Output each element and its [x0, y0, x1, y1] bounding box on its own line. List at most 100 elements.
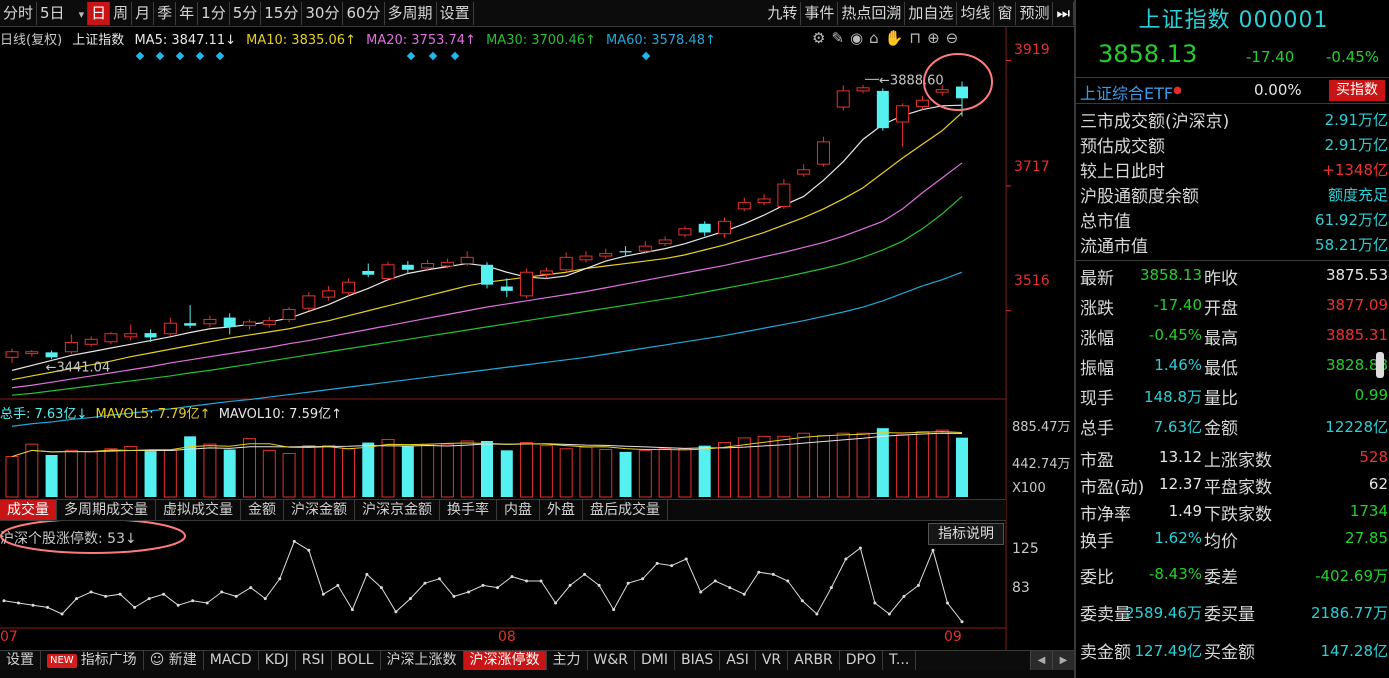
tab-boll[interactable]: BOLL — [332, 651, 381, 670]
hotspot-replay-button[interactable]: 热点回溯 — [838, 1, 906, 25]
scroll-left-icon[interactable]: ◀ — [1030, 651, 1052, 670]
candle-body — [599, 253, 613, 257]
events-button[interactable]: 事件 — [801, 1, 839, 25]
lock-icon[interactable]: ⊓ — [909, 29, 921, 47]
scroll-right-icon[interactable]: ▶ — [1052, 651, 1074, 670]
tab-inner[interactable]: 内盘 — [497, 500, 540, 520]
forecast-button[interactable]: 预测 — [1016, 1, 1054, 25]
tab-outer[interactable]: 外盘 — [540, 500, 583, 520]
ma20-value: MA20: 3753.74↑ — [366, 33, 476, 48]
limit-up-point — [191, 599, 195, 603]
candle-body — [520, 271, 534, 297]
limit-up-point — [815, 612, 819, 616]
tab-15min[interactable]: 15分 — [261, 1, 303, 25]
tab-multi-volume[interactable]: 多周期成交量 — [57, 500, 156, 520]
tab-5day[interactable]: 5日 — [37, 1, 89, 25]
limit-up-point — [263, 597, 267, 601]
quote-value: -17.40 — [1153, 296, 1202, 314]
quote-row: 最新 3858.13 昨收 3875.53 — [1080, 264, 1388, 294]
candle-body — [460, 256, 474, 265]
tab-arbr[interactable]: ARBR — [788, 651, 840, 670]
new-indicator-button[interactable]: ☺ 新建 — [144, 651, 204, 670]
limit-up-point — [931, 548, 935, 552]
volume-bar — [718, 442, 731, 498]
tab-volume[interactable]: 成交量 — [0, 500, 57, 520]
ma-lines-button[interactable]: 均线 — [957, 1, 995, 25]
limit-up-point — [829, 586, 833, 590]
tab-dpo[interactable]: DPO — [840, 651, 884, 670]
indicator-plaza-tab[interactable]: NEW 指标广场 — [41, 651, 144, 670]
tab-multi-period[interactable]: 多周期 — [385, 1, 437, 25]
limit-up-point — [104, 594, 108, 598]
tab-rsi[interactable]: RSI — [296, 651, 332, 670]
new-badge: NEW — [47, 654, 77, 668]
tab-turnover[interactable]: 换手率 — [440, 500, 497, 520]
tab-quarterly[interactable]: 季 — [154, 1, 177, 25]
limit-up-point — [554, 601, 558, 605]
play-icon[interactable]: ⏭ — [1053, 1, 1074, 25]
zoom-in-icon[interactable]: ⊕ — [927, 29, 940, 47]
tab-kdj[interactable]: KDJ — [259, 651, 296, 670]
tab-macd[interactable]: MACD — [204, 651, 259, 670]
tab-daily[interactable]: 日 — [88, 1, 111, 25]
quote-label: 市净率 — [1080, 505, 1131, 525]
quote-panel: 上证指数 000001 3858.13 -17.40 -0.45% 上证综合ET… — [1074, 0, 1389, 678]
candle-body — [678, 228, 692, 236]
tab-amount[interactable]: 金额 — [241, 500, 284, 520]
tab-virtual-volume[interactable]: 虚拟成交量 — [156, 500, 241, 520]
indicator-help-button[interactable]: 指标说明 — [928, 523, 1004, 545]
window-button[interactable]: 窗 — [994, 1, 1017, 25]
tab-vr[interactable]: VR — [756, 651, 789, 670]
zoom-out-icon[interactable]: ⊖ — [946, 29, 959, 47]
hand-icon[interactable]: ✋ — [885, 29, 904, 47]
quote-label: 最低 — [1204, 359, 1238, 379]
chart-canvas[interactable]: ←3888.60 ←3441.04 — [0, 27, 1074, 650]
indicator-settings-button[interactable]: 设置 — [0, 651, 41, 670]
tab-dmi[interactable]: DMI — [635, 651, 676, 670]
kline-chart[interactable]: ←3888.60 ←3441.04 日线(复权) 上证指数 MA5: 3847.1… — [0, 27, 1074, 650]
tab-sh-sz-amount[interactable]: 沪深金额 — [284, 500, 355, 520]
etf-link[interactable]: 上证综合ETF● — [1080, 80, 1182, 104]
info-label: 三市成交额(沪深京) — [1080, 112, 1230, 132]
tab-1min[interactable]: 1分 — [198, 1, 230, 25]
tab-yearly[interactable]: 年 — [176, 1, 199, 25]
tab-weekly[interactable]: 周 — [110, 1, 133, 25]
panel-scrollbar[interactable] — [1376, 352, 1384, 378]
eye-icon[interactable]: ◉ — [850, 29, 863, 47]
settings-icon[interactable]: ⚙ — [812, 29, 825, 47]
tab-bias[interactable]: BIAS — [675, 651, 721, 670]
tab-monthly[interactable]: 月 — [132, 1, 155, 25]
buy-index-button[interactable]: 买指数 — [1329, 80, 1385, 101]
tab-limit-up-count[interactable]: 沪深涨停数 — [463, 651, 547, 670]
tab-wr[interactable]: W&R — [588, 651, 636, 670]
tab-main-force[interactable]: 主力 — [547, 651, 588, 670]
tab-after-hours[interactable]: 盘后成交量 — [583, 500, 668, 520]
event-marker — [428, 51, 438, 61]
tab-60min[interactable]: 60分 — [343, 1, 385, 25]
quote-value: 27.85 — [1345, 529, 1388, 547]
tab-rising-count[interactable]: 沪深上涨数 — [381, 651, 464, 670]
tab-5min[interactable]: 5分 — [230, 1, 262, 25]
limit-up-point — [655, 561, 659, 565]
tab-more[interactable]: T... — [883, 651, 917, 670]
limit-up-point — [757, 570, 761, 574]
basket-icon[interactable]: ⌂ — [869, 29, 879, 47]
quote-value: 1.49 — [1168, 502, 1202, 520]
tab-30min[interactable]: 30分 — [302, 1, 344, 25]
jiuzhuan-button[interactable]: 九转 — [764, 1, 802, 25]
info-label: 总市值 — [1080, 212, 1131, 232]
limit-up-point — [133, 605, 137, 609]
tab-sh-sz-bj-amount[interactable]: 沪深京金额 — [355, 500, 440, 520]
pen-icon[interactable]: ✎ — [831, 29, 844, 47]
tab-settings[interactable]: 设置 — [437, 1, 474, 25]
limit-up-point — [176, 603, 180, 607]
tab-asi[interactable]: ASI — [720, 651, 756, 670]
price-tick-mid: 3717 — [1014, 159, 1050, 175]
candle-body — [539, 270, 553, 275]
limit-up-point — [46, 605, 50, 609]
add-watchlist-button[interactable]: 加自选 — [905, 1, 958, 25]
tab-intraday[interactable]: 分时 — [0, 1, 38, 25]
quote-value: 3858.13 — [1139, 266, 1202, 284]
volume-unit: X100 — [1012, 481, 1046, 496]
info-row: 三市成交额(沪深京) 2.91万亿 — [1080, 107, 1388, 132]
